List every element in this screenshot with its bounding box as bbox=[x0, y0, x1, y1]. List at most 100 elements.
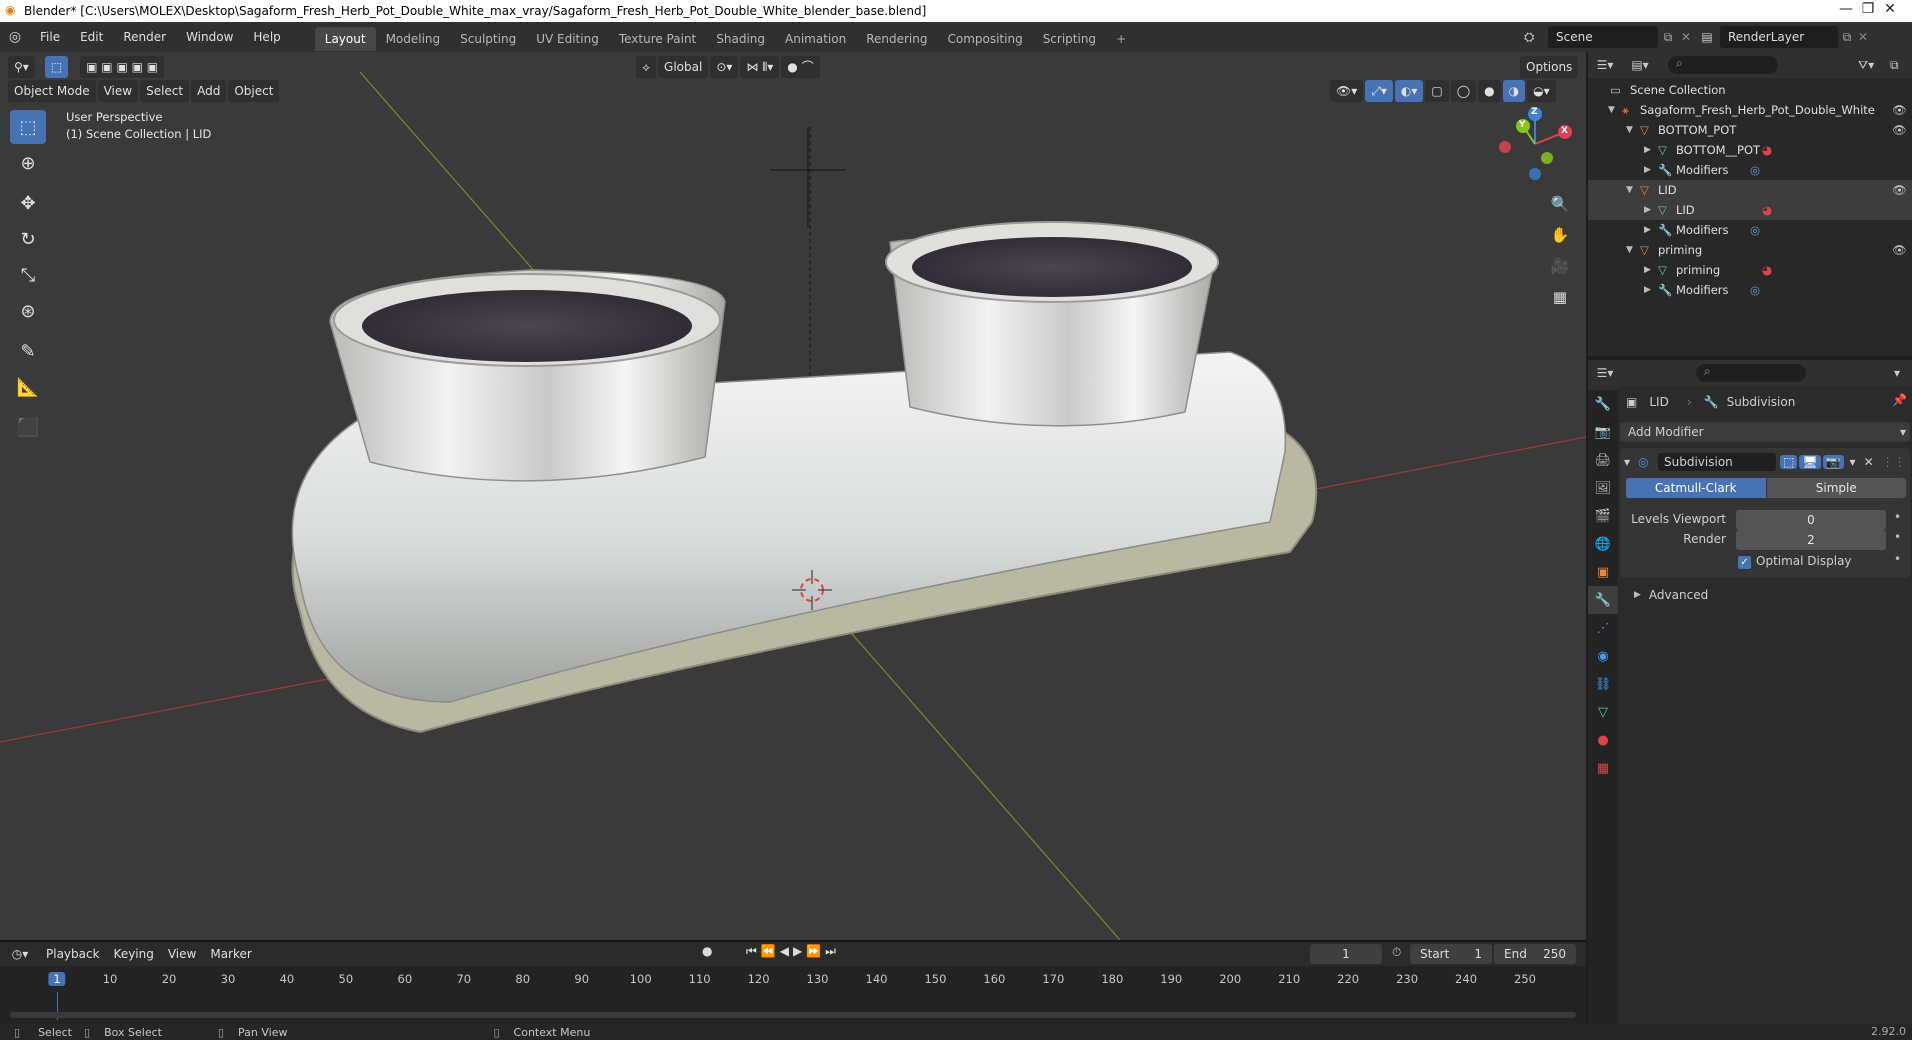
timeline-menu-keying[interactable]: Keying bbox=[108, 943, 160, 965]
outliner-row[interactable]: ▼ ▽ BOTTOM_POT 👁 bbox=[1588, 120, 1912, 140]
data-tab-icon[interactable]: ▽ bbox=[1588, 698, 1618, 726]
editmode-toggle-icon[interactable]: ⬚ bbox=[1780, 455, 1798, 469]
expand-toggle-icon[interactable]: ▶ bbox=[1644, 200, 1651, 220]
proportional-edit-icon[interactable]: ● ⌒ bbox=[781, 56, 820, 78]
outliner-row[interactable]: ▶ 🔧 Modifiers ◎ bbox=[1588, 160, 1912, 180]
properties-editor-icon[interactable]: ☰▾ bbox=[1588, 366, 1622, 380]
current-frame-marker[interactable]: 1 bbox=[48, 972, 66, 986]
filter-icon[interactable]: ⛛▾ bbox=[1858, 58, 1874, 73]
close-window-button[interactable]: ✕ bbox=[1868, 1, 1912, 21]
viewport-menu-object[interactable]: Object bbox=[228, 80, 280, 102]
delete-modifier-icon[interactable]: ✕ bbox=[1864, 455, 1874, 469]
drag-handle-icon[interactable]: ⋮⋮ bbox=[1882, 455, 1906, 469]
display-mode-icon[interactable]: ▤▾ bbox=[1622, 58, 1658, 72]
expand-toggle-icon[interactable]: ▶ bbox=[1644, 160, 1651, 180]
gizmo-z-label[interactable]: Z bbox=[1531, 107, 1538, 117]
timeline-scrollbar[interactable] bbox=[10, 1012, 1576, 1018]
outliner-row[interactable]: ▼ ⚹ Sagaform_Fresh_Herb_Pot_Double_White 👁 bbox=[1588, 100, 1912, 120]
blender-menu-icon[interactable]: ◎ bbox=[0, 29, 30, 45]
scene-icon[interactable]: ⛭ bbox=[1524, 30, 1548, 45]
render-layer-selector[interactable]: RenderLayer bbox=[1720, 26, 1838, 48]
pan-hand-icon[interactable]: ✋ bbox=[1546, 221, 1574, 249]
expand-toggle-icon[interactable]: ▼ bbox=[1626, 120, 1633, 140]
options-button[interactable]: Options bbox=[1520, 56, 1579, 78]
record-icon[interactable]: ● bbox=[702, 944, 712, 958]
viewport-menu-view[interactable]: View bbox=[97, 80, 139, 102]
outliner-editor-icon[interactable]: ☰▾ bbox=[1588, 58, 1622, 72]
new-scene-icon[interactable]: ⧉ bbox=[1658, 30, 1678, 45]
gizmo-toggle-icon[interactable]: ⤢▾ bbox=[1365, 80, 1393, 102]
texture-tab-icon[interactable]: ▦ bbox=[1588, 754, 1618, 782]
gizmo-x-label[interactable]: X bbox=[1561, 126, 1568, 136]
menu-file[interactable]: File bbox=[30, 22, 70, 52]
xray-icon[interactable]: ▢ bbox=[1425, 80, 1449, 102]
current-frame-field[interactable]: 1 bbox=[1310, 944, 1382, 964]
timeline-editor-icon[interactable]: ◷▾ bbox=[0, 947, 40, 961]
add-cube-tool-icon[interactable]: ⬛ bbox=[10, 410, 46, 444]
new-layer-icon[interactable]: ⧉ bbox=[1838, 30, 1856, 45]
modifier-name-input[interactable]: Subdivision bbox=[1658, 453, 1776, 471]
editor-type-icon[interactable]: ⚲▾ bbox=[8, 56, 35, 78]
material-icon[interactable]: ◕ bbox=[1762, 200, 1772, 220]
modifier-tab-icon[interactable]: 🔧 bbox=[1588, 586, 1618, 614]
visibility-eye-icon[interactable]: 👁 bbox=[1892, 180, 1907, 200]
physics-tab-icon[interactable]: ◉ bbox=[1588, 642, 1618, 670]
render-levels-field[interactable]: 2 bbox=[1736, 530, 1886, 550]
timeline-menu-playback[interactable]: Playback bbox=[40, 943, 106, 965]
add-modifier-button[interactable]: Add Modifier ▾ bbox=[1620, 422, 1910, 442]
outliner-row-scene-collection[interactable]: ▭ Scene Collection bbox=[1588, 80, 1912, 100]
menu-render[interactable]: Render bbox=[113, 22, 176, 52]
expand-toggle-icon[interactable]: ▶ bbox=[1644, 220, 1651, 240]
selection-mode-icons[interactable]: ▣ ▣ ▣ ▣ ▣ bbox=[80, 56, 165, 78]
tab-modeling[interactable]: Modeling bbox=[376, 27, 451, 51]
new-collection-icon[interactable]: ⧉ bbox=[1890, 58, 1899, 73]
optimal-display-checkbox[interactable]: ✓ bbox=[1738, 556, 1751, 569]
menu-edit[interactable]: Edit bbox=[70, 22, 113, 52]
camera-view-icon[interactable]: 🎥 bbox=[1546, 252, 1574, 280]
tab-scripting[interactable]: Scripting bbox=[1033, 27, 1106, 51]
visibility-eye-icon[interactable]: 👁 bbox=[1892, 240, 1907, 260]
move-tool-icon[interactable]: ✥ bbox=[10, 186, 46, 220]
ortho-grid-icon[interactable]: ▦ bbox=[1546, 283, 1574, 311]
subdivision-icon[interactable]: ◎ bbox=[1750, 220, 1760, 240]
tab-uv-editing[interactable]: UV Editing bbox=[526, 27, 609, 51]
add-workspace-button[interactable]: + bbox=[1106, 27, 1136, 51]
outliner-row[interactable]: ▶ ▽ BOTTOM__POT ◕ bbox=[1588, 140, 1912, 160]
outliner-row[interactable]: ▶ 🔧 Modifiers ◎ bbox=[1588, 280, 1912, 300]
3d-viewport[interactable]: Z X Y ⚲▾ ⬚ ▣ ▣ ▣ ▣ ▣ ⟡ Global ⊙▾ ⋈ ⫴▾ ● … bbox=[0, 52, 1586, 940]
pivot-point-icon[interactable]: ⊙▾ bbox=[710, 56, 739, 78]
visibility-eye-icon[interactable]: 👁 bbox=[1892, 120, 1907, 140]
select-box-tool-icon[interactable]: ⬚ bbox=[10, 110, 46, 144]
shading-rendered-icon[interactable]: ◒▾ bbox=[1527, 80, 1556, 102]
modifier-dropdown-icon[interactable]: ▾ bbox=[1850, 455, 1856, 469]
outliner-row[interactable]: ▼ ▽ priming 👁 bbox=[1588, 240, 1912, 260]
tab-sculpting[interactable]: Sculpting bbox=[450, 27, 526, 51]
shading-solid-icon[interactable]: ● bbox=[1478, 80, 1501, 102]
material-icon[interactable]: ◕ bbox=[1762, 140, 1772, 160]
viewport-toggle-icon[interactable]: 🖥 bbox=[1799, 455, 1821, 469]
visibility-eye-icon[interactable]: 👁 bbox=[1892, 100, 1907, 120]
timeline-ruler[interactable]: 1 10 20 30 40 50 60 70 80 90 100 110 120 130 140 150 160… bbox=[0, 970, 1586, 992]
transform-orientation-icon[interactable]: ⟡ bbox=[636, 56, 657, 78]
levels-viewport-field[interactable]: 0 bbox=[1736, 510, 1886, 530]
advanced-section[interactable]: ▶ Advanced bbox=[1634, 586, 1708, 604]
render-toggle-icon[interactable]: 📷 bbox=[1822, 455, 1844, 469]
particles-tab-icon[interactable]: ⋰ bbox=[1588, 614, 1618, 642]
gizmo-y-label[interactable]: Y bbox=[1519, 120, 1526, 130]
shading-material-icon[interactable]: ◑ bbox=[1502, 80, 1526, 102]
expand-toggle-icon[interactable]: ▶ bbox=[1644, 140, 1651, 160]
visibility-icon[interactable]: 👁▾ bbox=[1330, 80, 1364, 102]
render-tab-icon[interactable]: 📷 bbox=[1588, 418, 1618, 446]
zoom-icon[interactable]: 🔍 bbox=[1546, 190, 1574, 218]
select-mode-icon[interactable]: ⬚ bbox=[44, 56, 69, 78]
simple-button[interactable]: Simple bbox=[1766, 478, 1906, 498]
keyframe-dot-icon[interactable]: • bbox=[1894, 552, 1901, 566]
view-layer-tab-icon[interactable]: 🖼 bbox=[1588, 474, 1618, 502]
transform-orientation-select[interactable]: Global bbox=[658, 56, 709, 78]
tab-rendering[interactable]: Rendering bbox=[856, 27, 937, 51]
tab-shading[interactable]: Shading bbox=[706, 27, 775, 51]
subdivision-icon[interactable]: ◎ bbox=[1750, 160, 1760, 180]
timeline-menu-view[interactable]: View bbox=[162, 943, 202, 965]
expand-toggle-icon[interactable]: ▼ bbox=[1626, 180, 1633, 200]
remove-scene-icon[interactable]: ✕ bbox=[1678, 30, 1694, 44]
